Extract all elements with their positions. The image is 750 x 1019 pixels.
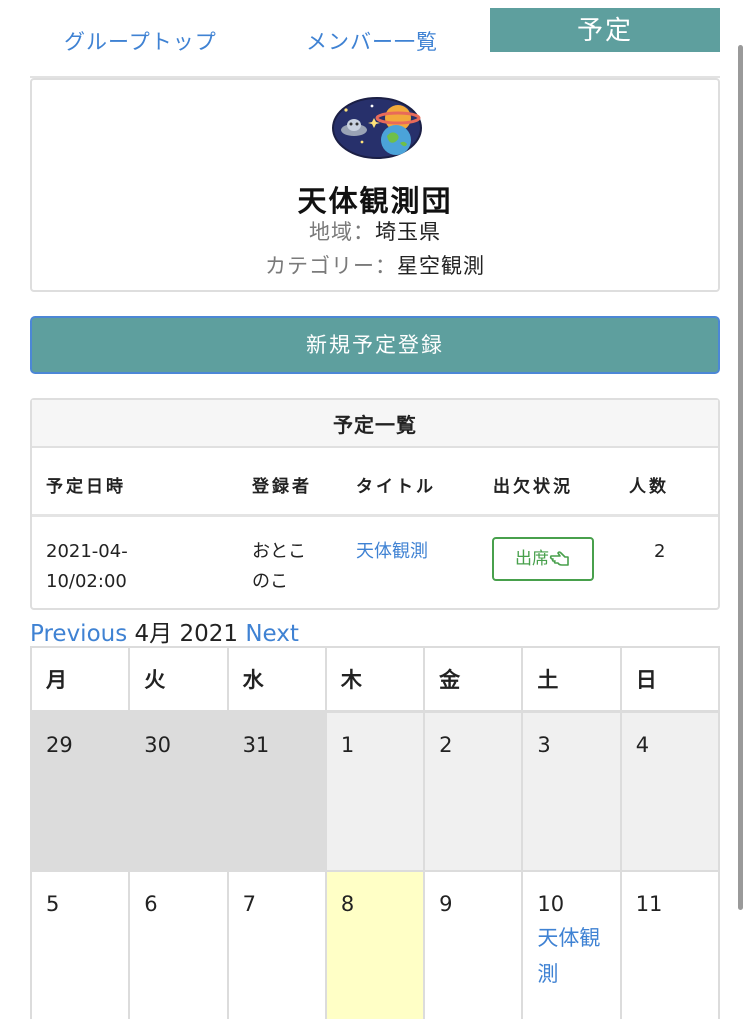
header-divider	[32, 514, 718, 517]
calendar-day-with-event[interactable]: 10 天体観測	[521, 870, 622, 1019]
category-label: カテゴリー：	[265, 254, 397, 278]
tab-member-list[interactable]: メンバー一覧	[306, 26, 438, 56]
row-datetime: 2021-04-10/02:00	[46, 541, 128, 592]
page-scrollbar[interactable]	[738, 45, 743, 910]
group-name: 天体観測団	[297, 184, 453, 218]
calendar-day[interactable]: 9	[423, 870, 524, 1019]
calendar-day-number: 10	[537, 892, 565, 916]
row-count: 2	[654, 541, 666, 562]
calendar-nav: Previous 4月 2021 Next	[30, 614, 299, 648]
calendar-day[interactable]: 31	[226, 710, 327, 872]
region-label: 地域：	[309, 220, 375, 244]
region-value: 埼玉県	[375, 220, 441, 244]
col-header-datetime: 予定日時	[46, 477, 126, 497]
calendar-day[interactable]: 29	[29, 710, 131, 872]
calendar-next-link[interactable]: Next	[245, 621, 299, 647]
weekday-wed: 水	[226, 646, 327, 712]
weekday-fri: 金	[423, 646, 524, 712]
calendar-day[interactable]: 2	[423, 710, 524, 872]
pointing-hand-icon	[549, 551, 569, 566]
group-category: カテゴリー：星空観測	[32, 250, 718, 280]
calendar-day[interactable]: 5	[29, 870, 131, 1019]
weekday-thu: 木	[324, 646, 426, 712]
group-region: 地域：埼玉県	[32, 216, 718, 246]
row-title-link[interactable]: 天体観測	[356, 537, 428, 567]
tab-group-top[interactable]: グループトップ	[64, 26, 217, 56]
category-value: 星空観測	[397, 254, 485, 278]
schedule-list-title: 予定一覧	[32, 400, 718, 448]
calendar-day[interactable]: 1	[324, 710, 426, 872]
calendar-day[interactable]: 4	[619, 710, 721, 872]
group-tabs: グループトップ メンバー一覧 予定	[30, 0, 720, 78]
attend-button[interactable]: 出席	[492, 537, 594, 581]
calendar-grid: 月 火 水 木 金 土 日 29 30 31 1 2 3 4 5 6 7 8 9…	[29, 646, 721, 1019]
col-header-attendance: 出欠状況	[493, 477, 573, 497]
calendar-day[interactable]: 30	[128, 710, 229, 872]
weekday-sat: 土	[521, 646, 622, 712]
col-header-registrant: 登録者	[252, 477, 312, 497]
calendar-day[interactable]: 7	[226, 870, 327, 1019]
col-header-count: 人数	[629, 477, 669, 497]
col-header-title: タイトル	[356, 477, 436, 497]
row-registrant: おとこのこ	[252, 541, 306, 592]
attend-label: 出席	[515, 549, 549, 569]
new-schedule-button[interactable]: 新規予定登録	[30, 316, 720, 374]
space-planet-ufo-icon	[332, 97, 422, 159]
calendar-event-link[interactable]: 天体観測	[537, 920, 619, 992]
schedule-list: 予定一覧 予定日時 登録者 タイトル 出欠状況 人数 2021-04-10/02…	[30, 398, 720, 610]
weekday-tue: 火	[128, 646, 229, 712]
calendar-day[interactable]: 6	[128, 870, 229, 1019]
calendar-day[interactable]: 3	[521, 710, 622, 872]
tab-schedule[interactable]: 予定	[490, 8, 720, 52]
weekday-sun: 日	[619, 646, 721, 712]
calendar-prev-link[interactable]: Previous	[30, 621, 127, 647]
weekday-mon: 月	[29, 646, 131, 712]
calendar-month-label: 4月 2021	[134, 621, 238, 647]
calendar-day-today[interactable]: 8	[324, 870, 426, 1019]
group-card: 天体観測団 地域：埼玉県 カテゴリー：星空観測	[30, 78, 720, 292]
calendar-day[interactable]: 11	[619, 870, 721, 1019]
